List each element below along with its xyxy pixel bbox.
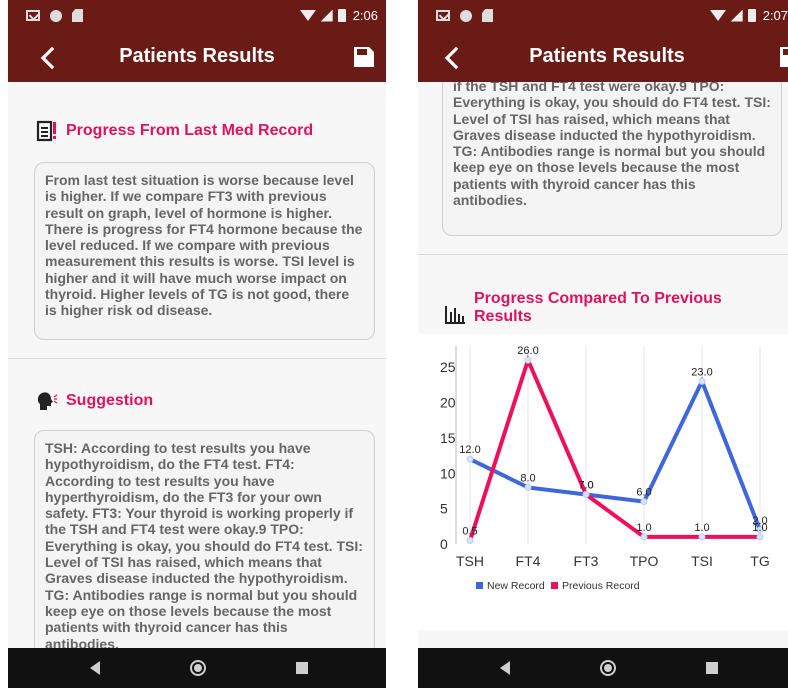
wifi-icon [709, 10, 726, 21]
clock: 2:06 [352, 8, 378, 23]
suggestion-title: Suggestion [66, 392, 154, 409]
nav-home-icon[interactable] [190, 660, 206, 676]
data-label: 1.0 [752, 522, 767, 534]
data-point [698, 533, 706, 541]
suggestion-text: TSH: According to test results you have … [45, 440, 363, 648]
page-title: Patients Results [529, 45, 685, 67]
chart-title: Progress Compared To Previous Results [474, 290, 722, 325]
data-point [524, 483, 532, 491]
data-point [524, 356, 532, 364]
notification-icons [26, 9, 83, 22]
system-icons: 2:06 [299, 8, 378, 23]
sd-card-icon [482, 9, 493, 22]
suggestion-text-card: TSH: According to test results you have … [34, 430, 375, 648]
chart-header: Progress Compared To Previous Results [444, 290, 734, 326]
app-bar: Patients Results [418, 34, 788, 82]
left-screen: 2:06 Patients Results Progress From Last… [8, 0, 386, 688]
data-label: 1.0 [636, 522, 651, 534]
legend-swatch [551, 582, 558, 589]
data-label: 23.0 [691, 366, 712, 378]
mail-icon [436, 10, 450, 21]
data-label: 26.0 [517, 345, 538, 357]
nav-back-icon[interactable] [500, 661, 510, 675]
x-tick-label: TPO [630, 553, 659, 569]
nav-recents-icon[interactable] [706, 662, 718, 674]
data-label: 12.0 [459, 444, 480, 456]
save-icon[interactable] [354, 47, 374, 67]
y-tick-label: 25 [440, 359, 456, 375]
sd-card-icon [72, 9, 83, 22]
navigation-bar [418, 648, 788, 688]
page-title: Patients Results [119, 45, 275, 67]
data-point [698, 377, 706, 385]
y-tick-label: 10 [440, 465, 456, 481]
navigation-bar [8, 648, 386, 688]
notification-icons [436, 9, 493, 22]
suggestion-header: Suggestion [36, 390, 153, 412]
x-tick-label: TG [750, 553, 769, 569]
circle-notification-icon [460, 9, 472, 22]
x-tick-label: FT4 [516, 553, 541, 569]
legend-swatch [476, 582, 483, 589]
x-tick-label: FT3 [574, 553, 599, 569]
section-divider [8, 358, 386, 359]
nav-home-icon[interactable] [600, 660, 616, 676]
status-bar: 2:06 [8, 0, 386, 34]
y-tick-label: 20 [440, 395, 456, 411]
y-tick-label: 15 [440, 430, 456, 446]
signal-icon [730, 9, 743, 22]
scroll-content[interactable]: if the TSH and FT4 test were okay.9 TPO:… [418, 82, 788, 648]
data-point [582, 491, 590, 498]
progress-header: Progress From Last Med Record [36, 120, 313, 142]
suggestion-text-card: if the TSH and FT4 test were okay.9 TPO:… [442, 82, 782, 236]
data-label: 1.0 [694, 522, 709, 534]
speaking-head-icon [37, 392, 58, 410]
progress-text-card: From last test situation is worse becaus… [34, 162, 375, 340]
circle-notification-icon [50, 9, 62, 22]
nav-recents-icon[interactable] [296, 662, 308, 674]
battery-icon [337, 9, 346, 22]
right-screen: 2:07 Patients Results if the TSH and FT4… [418, 0, 788, 688]
clock: 2:07 [762, 8, 788, 23]
x-tick-label: TSI [691, 553, 713, 569]
wifi-icon [299, 10, 316, 21]
y-tick-label: 5 [440, 501, 448, 517]
system-icons: 2:07 [709, 8, 788, 23]
nav-back-icon[interactable] [90, 661, 100, 675]
data-label: 0.5 [462, 525, 477, 537]
save-icon[interactable] [780, 47, 788, 67]
document-alert-icon [36, 120, 56, 142]
data-point [640, 533, 648, 541]
data-label: 6.0 [636, 487, 651, 499]
data-label: 7.0 [578, 480, 593, 492]
data-point [466, 455, 474, 463]
progress-title: Progress From Last Med Record [66, 122, 314, 139]
x-tick-label: TSH [456, 553, 484, 569]
section-divider [418, 254, 788, 255]
progress-text: From last test situation is worse becaus… [45, 172, 363, 319]
series-line-previous-record [468, 354, 760, 542]
y-tick-label: 0 [440, 536, 448, 552]
battery-icon [747, 9, 756, 22]
progress-line-chart: 0 5 10 15 20 25 TSH FT4 FT3 TPO TSI TG 12.0 8.0 7.0 6.0… [440, 345, 770, 592]
chart-area: 0 5 10 15 20 25 TSH FT4 FT3 TPO TSI TG 12.0 8.0 7.0 6.0… [418, 334, 788, 630]
data-point [640, 498, 648, 506]
legend-label: New Record [487, 580, 545, 592]
legend-label: Previous Record [562, 580, 640, 592]
suggestion-text-tail: if the TSH and FT4 test were okay.9 TPO:… [453, 82, 771, 209]
scroll-content[interactable]: Progress From Last Med Record From last … [8, 82, 386, 648]
data-point [466, 536, 474, 544]
app-bar: Patients Results [8, 34, 386, 82]
status-bar: 2:07 [418, 0, 788, 34]
data-label: 8.0 [520, 472, 535, 484]
data-point [756, 533, 764, 541]
bar-chart-icon [445, 306, 465, 324]
mail-icon [26, 10, 40, 21]
signal-icon [320, 9, 333, 22]
